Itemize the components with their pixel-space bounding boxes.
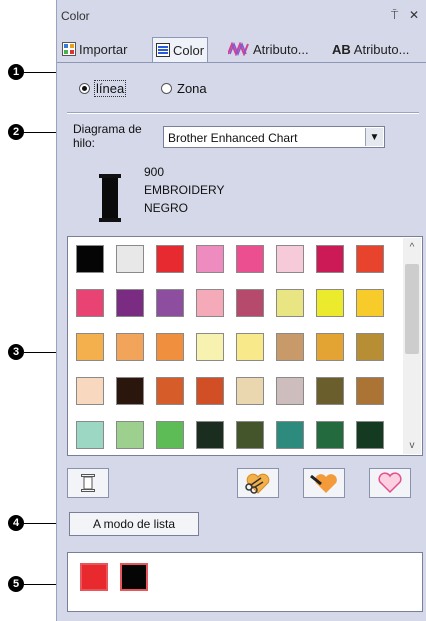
color-swatch[interactable] [156,333,184,361]
tab-importar-label: Importar [79,41,128,57]
target-radio-group: línea Zona [57,78,426,100]
color-swatch[interactable] [316,333,344,361]
callout-5: 5 [8,576,24,592]
tab-stitch-attribute-label: Atributo... [253,41,309,57]
color-swatch[interactable] [76,245,104,273]
used-colors-box [67,552,423,612]
brush-heart-icon [310,474,337,493]
color-swatch[interactable] [236,289,264,317]
color-swatch[interactable] [316,421,344,449]
stitch-attribute-icon [227,41,250,57]
thread-spool-button[interactable] [67,468,109,498]
color-swatch[interactable] [356,377,384,405]
thread-chart-value: Brother Enhanced Chart [168,131,298,145]
callout-2: 2 [8,124,24,140]
brush-heart-button[interactable] [303,468,345,498]
color-swatch[interactable] [76,333,104,361]
tab-color[interactable]: Color [152,37,209,62]
scrollbar-thumb[interactable] [405,264,419,354]
tab-importar[interactable]: Importar [59,38,130,60]
thread-name: NEGRO [144,201,189,215]
callout-1: 1 [8,64,24,80]
color-swatch[interactable] [156,289,184,317]
panel-title: Color [61,9,90,23]
color-swatch[interactable] [76,421,104,449]
thread-spool-icon [99,174,121,227]
color-swatch[interactable] [116,245,144,273]
tab-text-attribute-label: Atributo... [353,41,410,57]
color-icon [156,43,170,57]
color-swatch[interactable] [116,421,144,449]
color-swatch[interactable] [356,333,384,361]
color-swatch[interactable] [196,333,224,361]
tab-color-label: Color [173,42,205,58]
tab-bar: Importar Color Atributo... AB Atributo..… [57,36,426,63]
color-swatch[interactable] [76,377,104,405]
thread-number: 900 [144,165,165,179]
color-swatch[interactable] [276,377,304,405]
chevron-down-icon[interactable]: v [403,436,421,454]
color-swatch[interactable] [316,289,344,317]
color-swatch[interactable] [116,333,144,361]
color-swatch[interactable] [356,289,384,317]
color-swatch[interactable] [276,245,304,273]
tab-text-attribute[interactable]: AB Atributo... [329,38,412,60]
thread-chart-select[interactable]: Brother Enhanced Chart ▼ [163,126,385,148]
current-thread-info: 900 EMBROIDERY NEGRO [144,163,224,217]
radio-linea-label: línea [93,80,127,97]
pin-icon[interactable]: ⍑ [391,8,398,23]
panel-titlebar: Color ⍑ ✕ [57,0,426,34]
color-swatch[interactable] [356,245,384,273]
text-attribute-icon: AB [332,41,351,57]
color-swatch[interactable] [316,377,344,405]
color-swatch[interactable] [196,289,224,317]
section-divider [67,112,419,114]
chevron-up-icon[interactable]: ^ [403,238,421,256]
color-swatch[interactable] [276,289,304,317]
color-swatch[interactable] [236,421,264,449]
color-swatch[interactable] [116,377,144,405]
color-swatch[interactable] [196,377,224,405]
color-swatch[interactable] [156,421,184,449]
used-color-swatch[interactable] [80,563,108,591]
color-swatch[interactable] [316,245,344,273]
color-palette: ^ v [67,236,423,456]
heart-outline-button[interactable] [369,468,411,498]
color-swatch[interactable] [116,289,144,317]
color-swatch[interactable] [236,333,264,361]
callout-4: 4 [8,515,24,531]
radio-zona[interactable]: Zona [161,81,207,96]
callout-3: 3 [8,344,24,360]
color-swatch[interactable] [276,421,304,449]
color-swatch[interactable] [236,377,264,405]
color-swatch[interactable] [356,421,384,449]
chevron-down-icon[interactable]: ▼ [365,128,383,146]
color-panel: Color ⍑ ✕ Importar Color Atributo... AB … [56,0,426,621]
heart-outline-icon [378,472,402,494]
radio-linea-indicator[interactable] [79,83,90,94]
color-swatch[interactable] [156,245,184,273]
scissors-heart-icon [245,473,270,494]
radio-linea[interactable]: línea [79,80,127,97]
color-swatch[interactable] [236,245,264,273]
color-swatch[interactable] [156,377,184,405]
import-icon [62,42,76,56]
close-icon[interactable]: ✕ [409,8,419,22]
palette-scrollbar[interactable]: ^ v [403,238,421,454]
scissors-heart-button[interactable] [237,468,279,498]
radio-zona-indicator[interactable] [161,83,172,94]
color-swatch[interactable] [196,245,224,273]
used-color-swatch[interactable] [120,563,148,591]
list-mode-button[interactable]: A modo de lista [69,512,199,536]
radio-zona-label: Zona [177,81,207,96]
thread-brand: EMBROIDERY [144,183,225,197]
color-swatch[interactable] [276,333,304,361]
color-swatch[interactable] [196,421,224,449]
thread-spool-icon [81,474,95,492]
thread-chart-label: Diagrama de hilo: [73,122,142,150]
tab-stitch-attribute[interactable]: Atributo... [225,38,312,60]
color-swatch[interactable] [76,289,104,317]
